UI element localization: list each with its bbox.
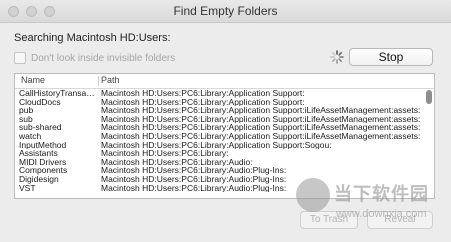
window-title: Find Empty Folders — [173, 4, 278, 18]
invisible-folders-checkbox[interactable] — [14, 52, 26, 64]
table-row[interactable]: InputMethod Macintosh HD:Users:PC6:Librar… — [15, 141, 424, 150]
progress-spinner-icon — [330, 50, 344, 64]
folder-name-cell: Assistants — [19, 149, 58, 158]
table-row[interactable]: CloudDocs Macintosh HD:Users:PC6:Library:… — [15, 98, 424, 107]
folder-path-cell: Macintosh HD:Users:PC6:Library:Applicati… — [101, 97, 305, 107]
searching-status-text: Searching Macintosh HD:Users: — [14, 32, 171, 44]
folder-path-cell: Macintosh HD:Users:PC6:Library:Audio: — [101, 157, 253, 167]
folder-path-cell: Macintosh HD:Users:PC6:Library:Applicati… — [101, 106, 421, 115]
invisible-folders-option[interactable]: Don't look inside invisible folders — [14, 51, 175, 65]
folder-name-cell: VST — [19, 183, 36, 193]
invisible-folders-label: Don't look inside invisible folders — [31, 52, 176, 64]
title-bar: Find Empty Folders — [0, 0, 451, 23]
scrollbar-thumb[interactable] — [426, 90, 432, 104]
folder-path-cell: Macintosh HD:Users:PC6:Library: — [101, 149, 229, 158]
folder-path-cell: Macintosh HD:Users:PC6:Library:Applicati… — [101, 140, 332, 150]
table-header: Name Path — [15, 74, 434, 89]
folder-name-cell: CloudDocs — [19, 97, 61, 107]
folder-name-cell: Components — [19, 166, 68, 175]
folder-name-cell: pub — [19, 106, 34, 115]
folder-path-cell: Macintosh HD:Users:PC6:Library:Applicati… — [101, 114, 421, 124]
folder-name-cell: CallHistoryTransact... — [19, 89, 97, 98]
table-row[interactable]: Assistants Macintosh HD:Users:PC6:Library… — [15, 149, 424, 158]
table-row[interactable]: pub Macintosh HD:Users:PC6:Library:Applic… — [15, 106, 424, 115]
watermark: 当下软件园 www.downxia.com — [296, 174, 446, 236]
folder-name-cell: sub-shared — [19, 123, 62, 132]
folder-name-cell: sub — [19, 114, 33, 124]
find-empty-folders-window: Find Empty Folders Searching Macintosh H… — [0, 0, 451, 242]
table-row[interactable]: sub-shared Macintosh HD:Users:PC6:Library… — [15, 123, 424, 132]
column-divider[interactable] — [98, 76, 99, 86]
column-header-path[interactable]: Path — [101, 75, 120, 85]
folder-path-cell: Macintosh HD:Users:PC6:Library:Applicati… — [101, 89, 305, 98]
folder-path-cell: Macintosh HD:Users:PC6:Library:Applicati… — [101, 131, 421, 141]
table-row[interactable]: CallHistoryTransact... Macintosh HD:Users… — [15, 89, 424, 98]
folder-name-cell: Digidesign — [19, 174, 59, 184]
stop-button[interactable]: Stop — [349, 48, 433, 66]
watermark-url: www.downxia.com — [336, 208, 427, 220]
folder-name-cell: watch — [19, 131, 42, 141]
table-row[interactable]: sub Macintosh HD:Users:PC6:Library:Applic… — [15, 115, 424, 124]
folder-name-cell: InputMethod — [19, 140, 67, 150]
table-row[interactable]: watch Macintosh HD:Users:PC6:Library:Appl… — [15, 132, 424, 141]
table-row[interactable]: MIDI Drivers Macintosh HD:Users:PC6:Libra… — [15, 158, 424, 167]
watermark-logo-icon — [296, 178, 330, 212]
column-header-name[interactable]: Name — [21, 75, 45, 85]
folder-path-cell: Macintosh HD:Users:PC6:Library:Applicati… — [101, 123, 421, 132]
folder-name-cell: MIDI Drivers — [19, 157, 67, 167]
watermark-text: 当下软件园 — [334, 184, 429, 204]
